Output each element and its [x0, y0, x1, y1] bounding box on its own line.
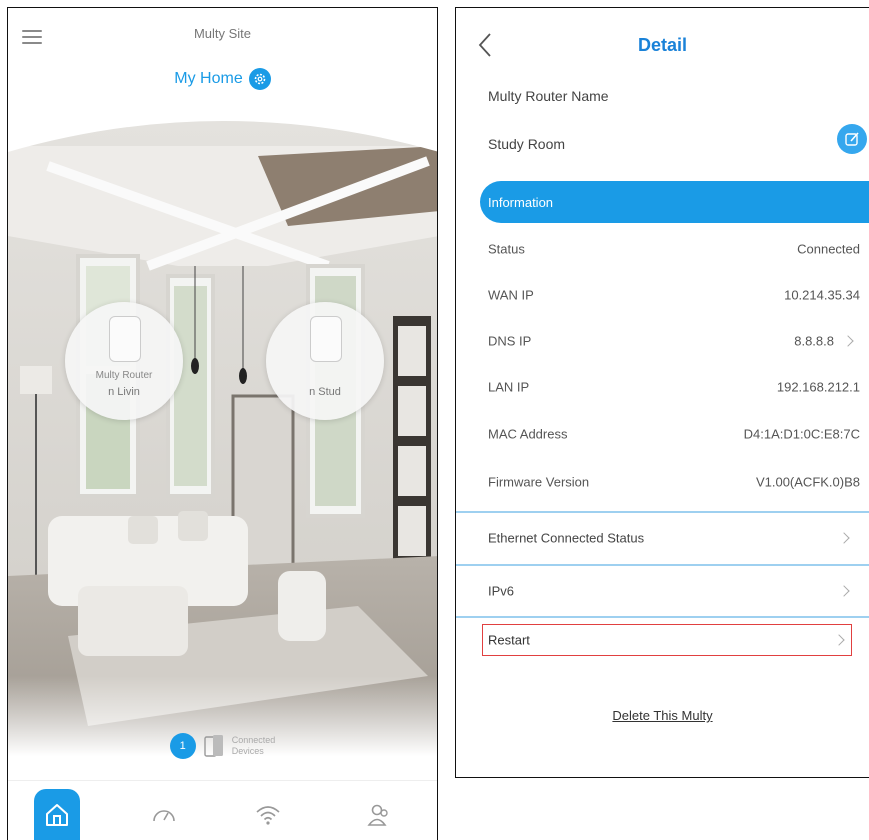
- home-screen: Multy Site My Home Multy Router n Livin …: [7, 7, 438, 840]
- info-label: WAN IP: [488, 287, 534, 303]
- chevron-right-icon: [842, 335, 854, 347]
- ethernet-connected-status-row[interactable]: Ethernet Connected Status: [456, 511, 869, 563]
- nav-wifi-icon[interactable]: [248, 795, 288, 835]
- edit-name-button[interactable]: [837, 124, 867, 154]
- info-value: D4:1A:D1:0C:E8:7C: [743, 426, 860, 442]
- info-row-firmware-version: Firmware Version V1.00(ACFK.0)B8: [456, 460, 869, 504]
- info-value: 10.214.35.34: [784, 287, 860, 303]
- home-settings-gear-icon[interactable]: [248, 68, 271, 90]
- restart-label: Restart: [488, 632, 530, 648]
- connected-devices[interactable]: 1 Connected Devices: [8, 726, 437, 766]
- info-label: Firmware Version: [488, 474, 590, 490]
- router-device-icon: [109, 316, 141, 362]
- info-label: Status: [488, 241, 525, 257]
- ipv6-row[interactable]: IPv6: [456, 564, 869, 616]
- detail-screen: Detail Multy Router Name Study Room Info…: [455, 7, 869, 778]
- home-name: My Home: [174, 70, 243, 87]
- info-value: 192.168.212.1: [776, 379, 860, 395]
- chevron-right-icon: [838, 585, 850, 597]
- devices-icon: [204, 735, 223, 757]
- info-label: MAC Address: [488, 426, 568, 442]
- router-bubble-study[interactable]: n Stud: [266, 302, 384, 420]
- information-header-label: Information: [488, 194, 554, 210]
- info-row-dns-ip[interactable]: DNS IP 8.8.8.8: [456, 319, 869, 363]
- router-bubble-living[interactable]: Multy Router n Livin: [65, 302, 183, 420]
- router-bubble-title: Multy Router: [95, 370, 153, 381]
- chevron-right-icon: [838, 532, 850, 544]
- divider: [456, 616, 869, 618]
- info-value: Connected: [797, 241, 860, 257]
- room-scene-image: Multy Router n Livin n Stud: [8, 116, 437, 756]
- connected-devices-label: Connected Devices: [231, 735, 276, 756]
- information-section-header: Information: [480, 181, 869, 223]
- info-label: LAN IP: [488, 379, 530, 395]
- edit-pencil-icon: [845, 132, 859, 146]
- info-row-mac-address: MAC Address D4:1A:D1:0C:E8:7C: [456, 412, 869, 456]
- home-selector[interactable]: My Home: [8, 68, 437, 90]
- router-bubble-room: n Livin: [108, 386, 140, 398]
- info-row-lan-ip: LAN IP 192.168.212.1: [456, 365, 869, 409]
- chevron-right-icon: [833, 634, 845, 646]
- section-label: IPv6: [488, 583, 515, 599]
- router-name-value: Study Room: [488, 136, 566, 152]
- info-value: 8.8.8.8: [794, 333, 834, 349]
- info-label: DNS IP: [488, 333, 532, 349]
- restart-button[interactable]: Restart: [482, 624, 852, 656]
- info-row-wan-ip: WAN IP 10.214.35.34: [456, 273, 869, 317]
- nav-home-icon[interactable]: [37, 795, 77, 835]
- info-value: V1.00(ACFK.0)B8: [755, 474, 860, 490]
- info-row-status: Status Connected: [456, 227, 869, 271]
- router-name-label: Multy Router Name: [488, 88, 609, 104]
- nav-users-icon[interactable]: [359, 795, 399, 835]
- bottom-nav: [8, 780, 437, 840]
- site-title: Multy Site: [193, 26, 252, 41]
- nav-speedtest-icon[interactable]: [144, 795, 184, 835]
- connected-count-badge: 1: [169, 733, 196, 759]
- page-title: Detail: [637, 35, 688, 55]
- section-label: Ethernet Connected Status: [488, 530, 645, 546]
- router-bubble-room: n Stud: [309, 386, 341, 398]
- router-device-icon: [310, 316, 342, 362]
- delete-multy-link[interactable]: Delete This Multy: [456, 708, 869, 723]
